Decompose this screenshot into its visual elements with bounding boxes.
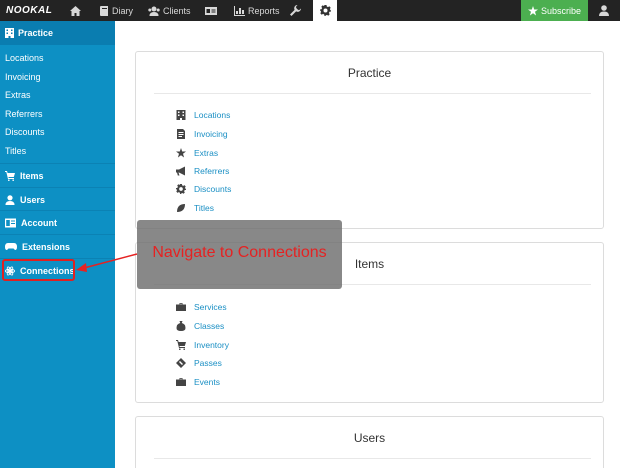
sidebar-subitem-discounts[interactable]: Discounts [0, 123, 115, 142]
top-navbar: NOOKAL Diary Clients Reports Subscribe [0, 0, 620, 21]
ticket-icon [176, 358, 186, 368]
nav-diary[interactable]: Diary [94, 0, 139, 21]
sidebar-subitem-titles[interactable]: Titles [0, 142, 115, 161]
user-icon [5, 194, 15, 205]
practice-link-referrers[interactable]: Referrers [176, 165, 229, 177]
nav-diary-label: Diary [112, 5, 134, 16]
subscribe-button[interactable]: Subscribe [521, 0, 588, 21]
card-divider [154, 458, 591, 459]
subscribe-label: Subscribe [540, 5, 582, 16]
sidebar: Practice Locations Invoicing Extras Refe… [0, 21, 115, 468]
star-icon [527, 5, 538, 15]
gear-icon [319, 5, 331, 16]
annotation-callout: Navigate to Connections [137, 220, 342, 289]
building-icon [5, 28, 14, 38]
card-title: Practice [347, 66, 392, 80]
card-divider [154, 93, 591, 94]
briefcase-icon [176, 303, 186, 311]
nav-home[interactable] [64, 0, 90, 21]
practice-submenu: Locations Invoicing Extras Referrers Dis… [0, 45, 115, 161]
card-title: Users [353, 431, 386, 445]
sidebar-item-users[interactable]: Users [0, 187, 115, 211]
nav-tools[interactable] [284, 0, 310, 21]
megaphone-icon [176, 166, 185, 176]
link-label: Passes [194, 358, 222, 368]
profile-menu[interactable] [588, 0, 620, 21]
practice-link-discounts[interactable]: Discounts [176, 183, 231, 195]
sidebar-subitem-invoicing[interactable]: Invoicing [0, 68, 115, 87]
link-label: Inventory [194, 340, 229, 350]
sidebar-item-items[interactable]: Items [0, 163, 115, 187]
leaf-icon [177, 204, 185, 212]
link-label: Referrers [194, 166, 230, 176]
practice-card: Practice Locations Invoicing Extras Refe… [135, 51, 604, 229]
account-card-icon [5, 218, 16, 227]
sidebar-item-practice[interactable]: Practice [0, 21, 115, 45]
sidebar-item-label: Extensions [22, 241, 71, 252]
items-link-inventory[interactable]: Inventory [176, 339, 229, 351]
link-label: Locations [194, 110, 231, 120]
home-icon [70, 5, 81, 16]
wrench-icon [290, 5, 301, 16]
nav-settings[interactable] [313, 0, 337, 21]
link-label: Invoicing [194, 129, 228, 139]
connections-highlight-box [2, 259, 75, 281]
bag-icon [176, 321, 186, 331]
link-label: Extras [194, 148, 219, 158]
nav-reports-label: Reports [248, 5, 280, 16]
building-icon [176, 110, 186, 120]
users-card: Users [135, 416, 604, 468]
practice-link-invoicing[interactable]: Invoicing [176, 128, 228, 140]
cog-badge-icon [176, 184, 186, 194]
sidebar-subitem-extras[interactable]: Extras [0, 86, 115, 105]
sidebar-item-label: Items [20, 170, 44, 181]
user-icon [599, 5, 609, 16]
sidebar-subitem-locations[interactable]: Locations [0, 49, 115, 68]
cart-icon [5, 170, 15, 181]
sidebar-subitem-referrers[interactable]: Referrers [0, 105, 115, 124]
items-link-classes[interactable]: Classes [176, 320, 224, 332]
link-label: Titles [194, 203, 214, 213]
id-card-icon [205, 6, 217, 15]
items-link-passes[interactable]: Passes [176, 357, 222, 369]
star-icon [176, 148, 186, 158]
sidebar-item-label: Account [21, 217, 57, 228]
practice-link-extras[interactable]: Extras [176, 147, 218, 159]
nav-clients-label: Clients [163, 5, 191, 16]
sidebar-item-account[interactable]: Account [0, 210, 115, 234]
cart-icon [176, 340, 186, 350]
annotation-text: Navigate to Connections [152, 244, 327, 261]
link-label: Discounts [194, 184, 232, 194]
bar-chart-icon [234, 5, 245, 16]
book-icon [100, 5, 108, 16]
link-label: Services [194, 302, 227, 312]
items-link-events[interactable]: Events [176, 376, 220, 388]
gamepad-icon [5, 243, 17, 250]
link-label: Classes [194, 321, 225, 331]
nav-reports[interactable]: Reports [228, 0, 286, 21]
sidebar-item-extensions[interactable]: Extensions [0, 234, 115, 258]
items-link-services[interactable]: Services [176, 301, 227, 313]
app-logo[interactable]: NOOKAL [6, 0, 52, 21]
users-icon [148, 6, 160, 16]
briefcase-icon [176, 378, 186, 386]
practice-link-locations[interactable]: Locations [176, 109, 230, 121]
sidebar-item-label: Practice [18, 28, 54, 38]
nav-billing[interactable] [199, 0, 226, 21]
link-label: Events [194, 377, 220, 387]
practice-link-titles[interactable]: Titles [176, 202, 214, 214]
sidebar-item-label: Users [20, 194, 46, 205]
nav-clients[interactable]: Clients [142, 0, 197, 21]
invoice-icon [177, 129, 185, 139]
